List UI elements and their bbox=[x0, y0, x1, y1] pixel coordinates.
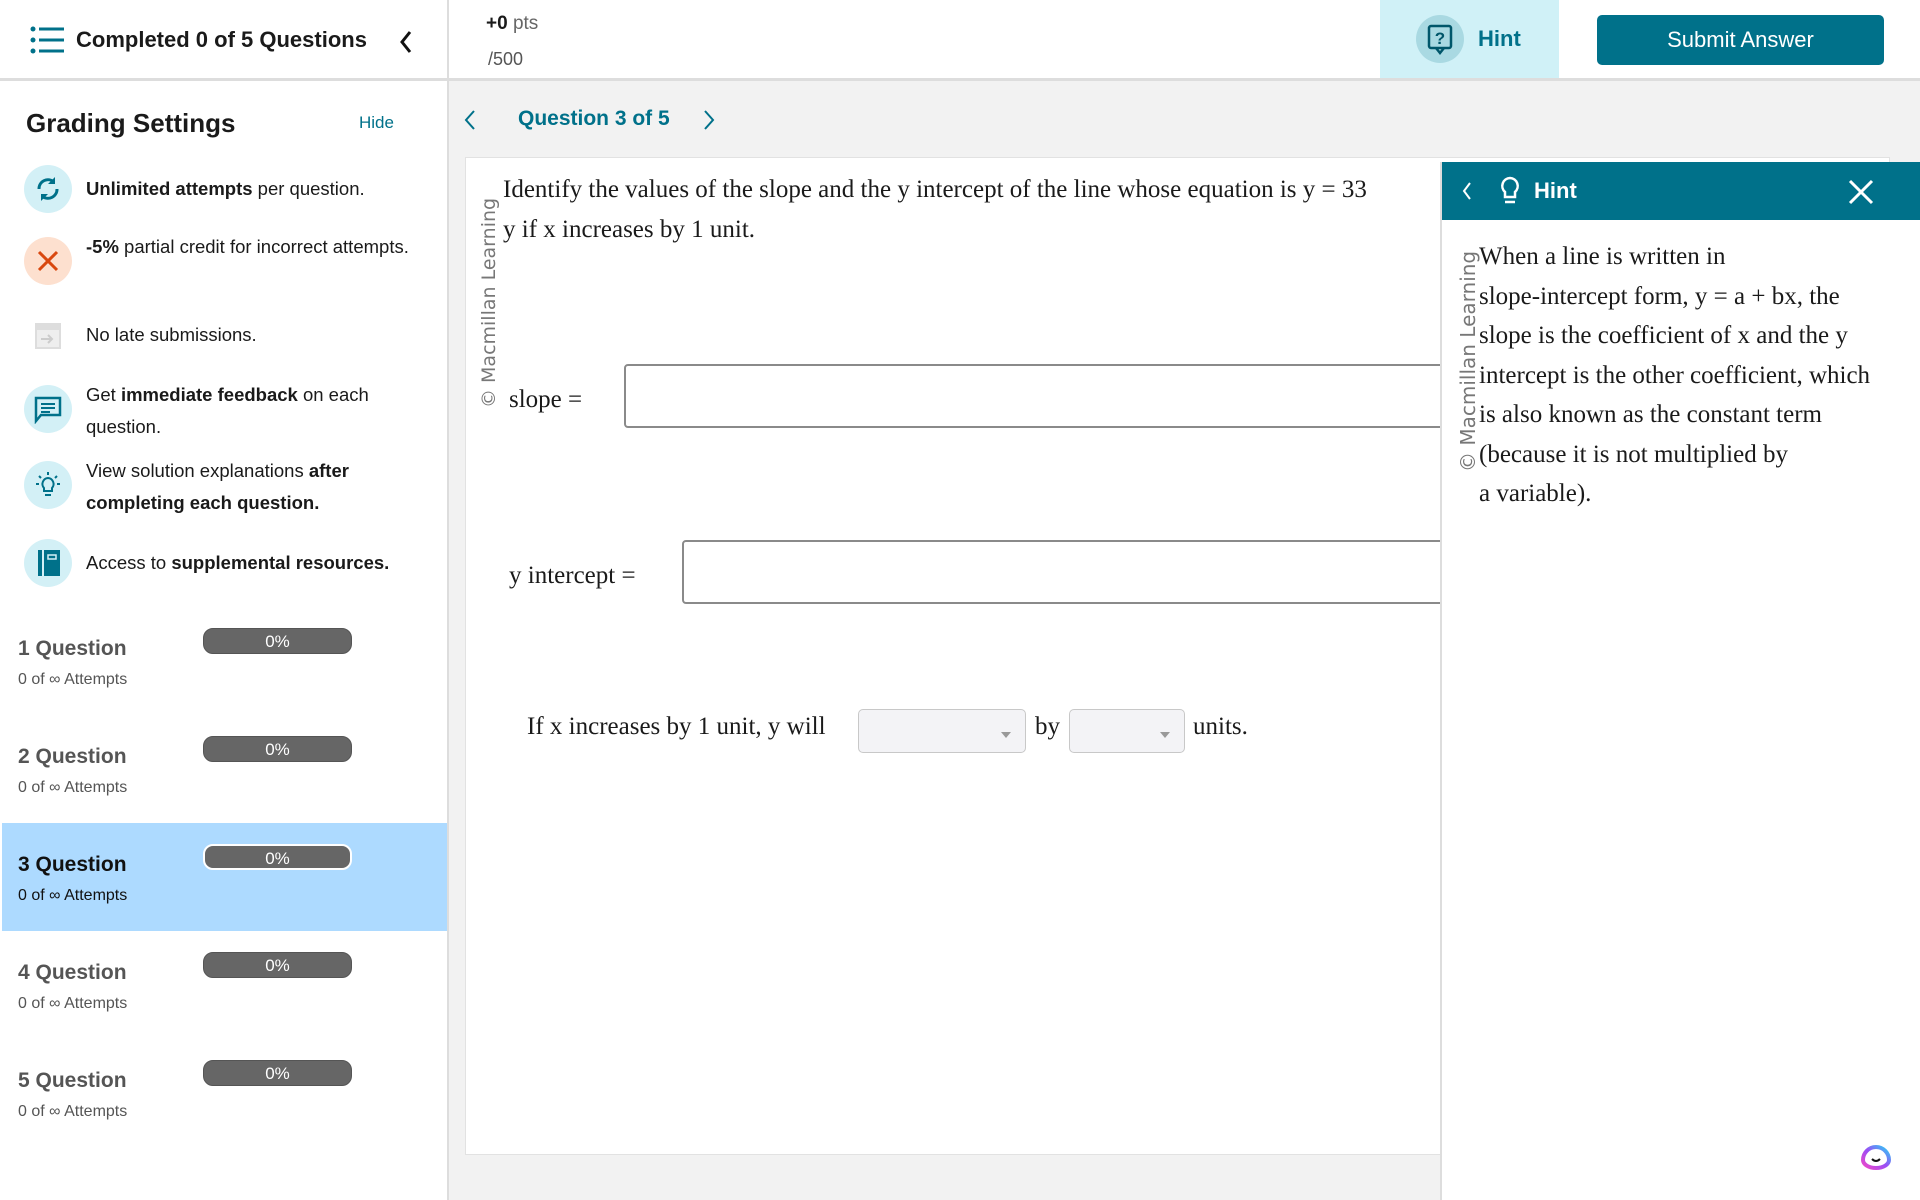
text: Access to bbox=[86, 552, 172, 573]
sentence-end: units. bbox=[1193, 713, 1248, 740]
question-attempts: 0 of ∞ Attempts bbox=[18, 887, 128, 904]
hint-text-line: slope is the coefficient of x and the y bbox=[1479, 322, 1848, 349]
bold-text: supplemental resources. bbox=[171, 552, 390, 573]
question-title: 4 Question bbox=[18, 961, 127, 984]
grading-setting-item: Access to supplemental resources. bbox=[24, 539, 434, 587]
text: per question. bbox=[252, 178, 365, 199]
collapse-sidebar-chevron-icon[interactable] bbox=[398, 30, 414, 54]
question-title: 5 Question bbox=[18, 1069, 127, 1092]
question-attempts: 0 of ∞ Attempts bbox=[18, 671, 128, 688]
question-list-item[interactable]: 2 Question 0 of ∞ Attempts 0% bbox=[2, 715, 447, 823]
question-prompt-line-1: Identify the values of the slope and the… bbox=[503, 176, 1367, 203]
previous-question-chevron-icon[interactable] bbox=[463, 108, 477, 132]
grading-setting-text: View solution explanations after complet… bbox=[86, 455, 434, 519]
lightbulb-icon bbox=[1501, 176, 1519, 204]
sentence-by: by bbox=[1035, 713, 1060, 740]
hide-grading-settings-link[interactable]: Hide bbox=[359, 113, 394, 133]
assistant-bot-icon[interactable] bbox=[1858, 1138, 1894, 1170]
grading-setting-item: -5% partial credit for incorrect attempt… bbox=[24, 236, 434, 285]
points-unit: pts bbox=[512, 13, 539, 34]
grading-setting-item: View solution explanations after complet… bbox=[24, 460, 434, 519]
chevron-down-icon bbox=[1160, 732, 1170, 738]
amount-select[interactable] bbox=[1069, 709, 1185, 753]
grading-setting-text: Get immediate feedback on each question. bbox=[86, 379, 434, 443]
question-progress-bar: 0% bbox=[203, 1060, 352, 1086]
book-icon bbox=[24, 539, 72, 587]
close-icon[interactable] bbox=[1848, 179, 1874, 205]
x-icon bbox=[24, 237, 72, 285]
grading-setting-text: Access to supplemental resources. bbox=[86, 547, 389, 579]
y-intercept-label: y intercept = bbox=[509, 562, 636, 589]
sentence-start: If x increases by 1 unit, y will bbox=[527, 713, 826, 740]
svg-text:?: ? bbox=[1435, 29, 1445, 48]
question-attempts: 0 of ∞ Attempts bbox=[18, 779, 128, 796]
slope-label: slope = bbox=[509, 386, 583, 413]
points-value: +0 bbox=[486, 13, 508, 34]
question-list-item[interactable]: 4 Question 0 of ∞ Attempts 0% bbox=[2, 931, 447, 1039]
question-list-item[interactable]: 1 Question 0 of ∞ Attempts 0% bbox=[2, 607, 447, 715]
question-attempts: 0 of ∞ Attempts bbox=[18, 995, 128, 1012]
grading-settings-title: Grading Settings bbox=[26, 108, 236, 138]
calendar-late-icon bbox=[24, 311, 72, 359]
direction-select[interactable] bbox=[858, 709, 1026, 753]
question-title: 1 Question bbox=[18, 637, 127, 660]
question-title: 2 Question bbox=[18, 745, 127, 768]
hint-panel: Hint © Macmillan Learning When a line is… bbox=[1440, 162, 1920, 1200]
next-question-chevron-icon[interactable] bbox=[702, 108, 716, 132]
question-attempts: 0 of ∞ Attempts bbox=[18, 1103, 128, 1120]
question-list-item[interactable]: 3 Question 0 of ∞ Attempts 0% bbox=[2, 823, 447, 931]
grading-setting-item: Get immediate feedback on each question. bbox=[24, 384, 434, 443]
bold-text: immediate feedback bbox=[120, 384, 298, 405]
hint-panel-header: Hint bbox=[1442, 162, 1920, 220]
hint-back-chevron-icon[interactable] bbox=[1461, 181, 1473, 201]
hint-text-line: a variable). bbox=[1479, 480, 1592, 507]
bold-text: -5% bbox=[86, 236, 119, 257]
question-prompt-line-2: y if x increases by 1 unit. bbox=[503, 216, 756, 243]
hint-button[interactable]: ? Hint bbox=[1380, 0, 1559, 78]
sidebar: Completed 0 of 5 Questions Grading Setti… bbox=[0, 0, 449, 1200]
hint-text-line: intercept is the other coefficient, whic… bbox=[1479, 361, 1871, 389]
question-progress-bar: 0% bbox=[203, 628, 352, 654]
grading-setting-item: No late submissions. bbox=[24, 311, 434, 359]
list-icon bbox=[30, 26, 64, 54]
text: View solution explanations bbox=[86, 460, 309, 481]
hint-question-icon: ? bbox=[1416, 15, 1464, 63]
submit-answer-button[interactable]: Submit Answer bbox=[1597, 15, 1884, 65]
points-total: /500 bbox=[488, 49, 524, 69]
text: partial credit for incorrect attempts. bbox=[118, 236, 409, 257]
sidebar-header: Completed 0 of 5 Questions bbox=[0, 0, 449, 81]
hint-text: When a line is written in slope-intercept… bbox=[1479, 237, 1870, 514]
hint-button-label: Hint bbox=[1478, 26, 1521, 51]
question-progress-bar: 0% bbox=[203, 952, 352, 978]
text: Get bbox=[86, 384, 121, 405]
question-position-label: Question 3 of 5 bbox=[518, 107, 670, 130]
hint-text-line: slope-intercept form, y = a + bx, the bbox=[1479, 282, 1840, 310]
top-bar: +0 pts /500 ? Hint Submit Answer bbox=[449, 0, 1920, 81]
bold-text: Unlimited attempts bbox=[86, 178, 253, 199]
hint-text-line: When a line is written in bbox=[1479, 243, 1726, 270]
chat-feedback-icon bbox=[24, 385, 72, 433]
hint-copyright-watermark: © Macmillan Learning bbox=[1456, 250, 1480, 472]
grading-setting-text: No late submissions. bbox=[86, 319, 257, 351]
copyright-watermark: © Macmillan Learning bbox=[478, 197, 500, 408]
grading-setting-text: Unlimited attempts per question. bbox=[86, 173, 365, 205]
question-list-item[interactable]: 5 Question 0 of ∞ Attempts 0% bbox=[2, 1039, 447, 1147]
refresh-icon bbox=[24, 165, 72, 213]
hint-text-line: is also known as the constant term bbox=[1479, 401, 1822, 428]
completed-count: Completed 0 of 5 Questions bbox=[76, 27, 367, 52]
text: No late submissions. bbox=[86, 324, 257, 345]
lightbulb-icon bbox=[24, 461, 72, 509]
hint-panel-title: Hint bbox=[1534, 178, 1577, 203]
question-progress-bar: 0% bbox=[203, 844, 352, 870]
question-progress-bar: 0% bbox=[203, 736, 352, 762]
grading-setting-text: -5% partial credit for incorrect attempt… bbox=[86, 231, 409, 263]
hint-text-line: (because it is not multiplied by bbox=[1479, 440, 1788, 468]
chevron-down-icon bbox=[1001, 732, 1011, 738]
question-title: 3 Question bbox=[18, 853, 127, 876]
points-earned: +0 pts bbox=[486, 13, 538, 35]
grading-setting-item: Unlimited attempts per question. bbox=[24, 165, 434, 213]
